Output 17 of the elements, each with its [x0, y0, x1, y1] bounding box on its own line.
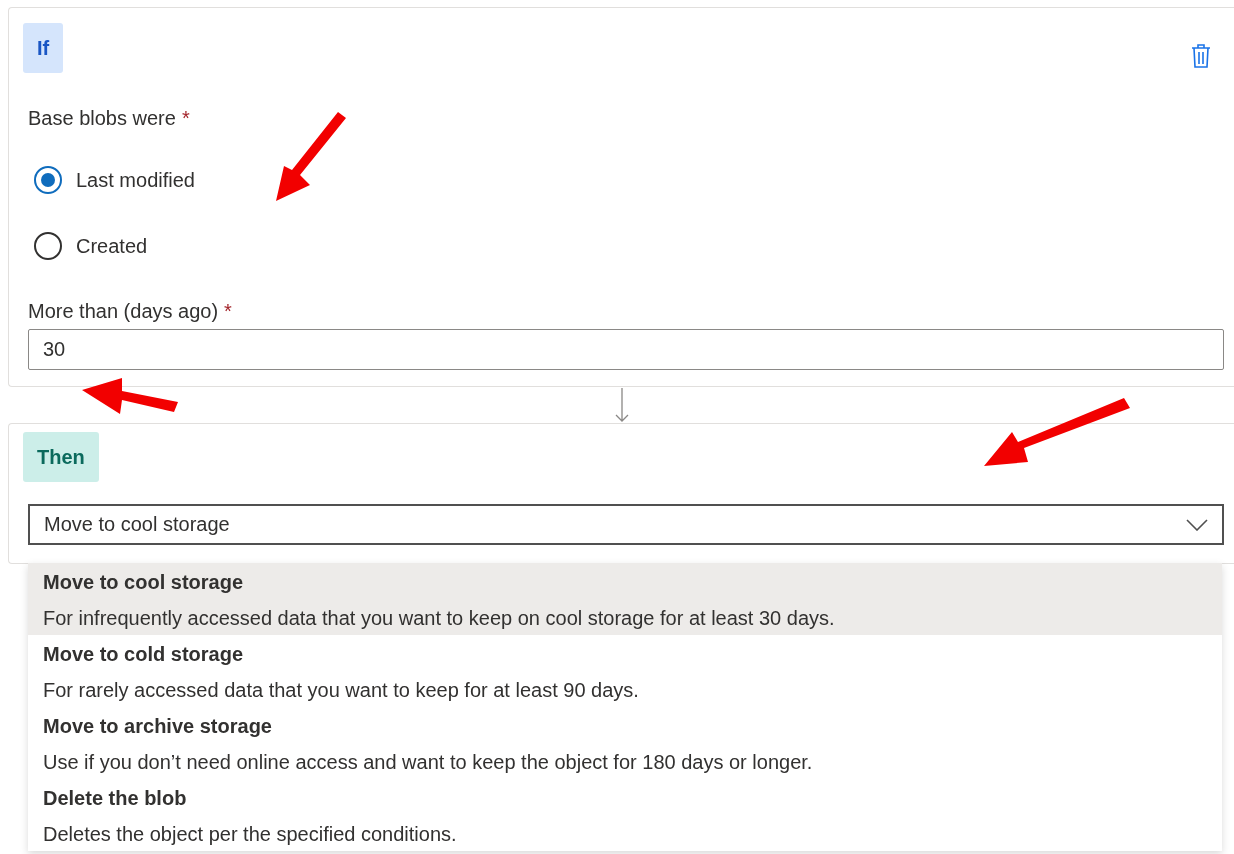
radio-button[interactable]: [34, 166, 62, 194]
if-badge: If: [23, 23, 64, 73]
radio-label[interactable]: Created: [76, 234, 148, 258]
dropdown-option[interactable]: Move to cool storage For infrequently accessed data that you want to keep on cool storage for at least 30 days.: [28, 563, 1222, 635]
chevron-down-icon: [1186, 518, 1208, 531]
radio-button[interactable]: [34, 232, 62, 260]
dropdown-option[interactable]: Move to archive storage Use if you don’t need online access and want to keep the object for 180 days or longer.: [28, 707, 1222, 779]
radio-label[interactable]: Last modified: [76, 168, 195, 192]
days-input-field[interactable]: 30: [28, 329, 1224, 370]
action-dropdown[interactable]: Move to cool storage: [28, 504, 1224, 545]
delete-icon[interactable]: [1191, 43, 1211, 69]
down-arrow-icon: [615, 388, 629, 422]
dropdown-option[interactable]: Move to cold storage For rarely accessed data that you want to keep for at least 90 days.: [28, 635, 1222, 707]
dropdown-option[interactable]: Delete the blob Deletes the object per the specified conditions.: [28, 779, 1222, 851]
then-badge: Then: [23, 432, 99, 482]
field-label: More than (days ago) *: [28, 300, 233, 323]
field-label: Base blobs were *: [28, 107, 191, 130]
